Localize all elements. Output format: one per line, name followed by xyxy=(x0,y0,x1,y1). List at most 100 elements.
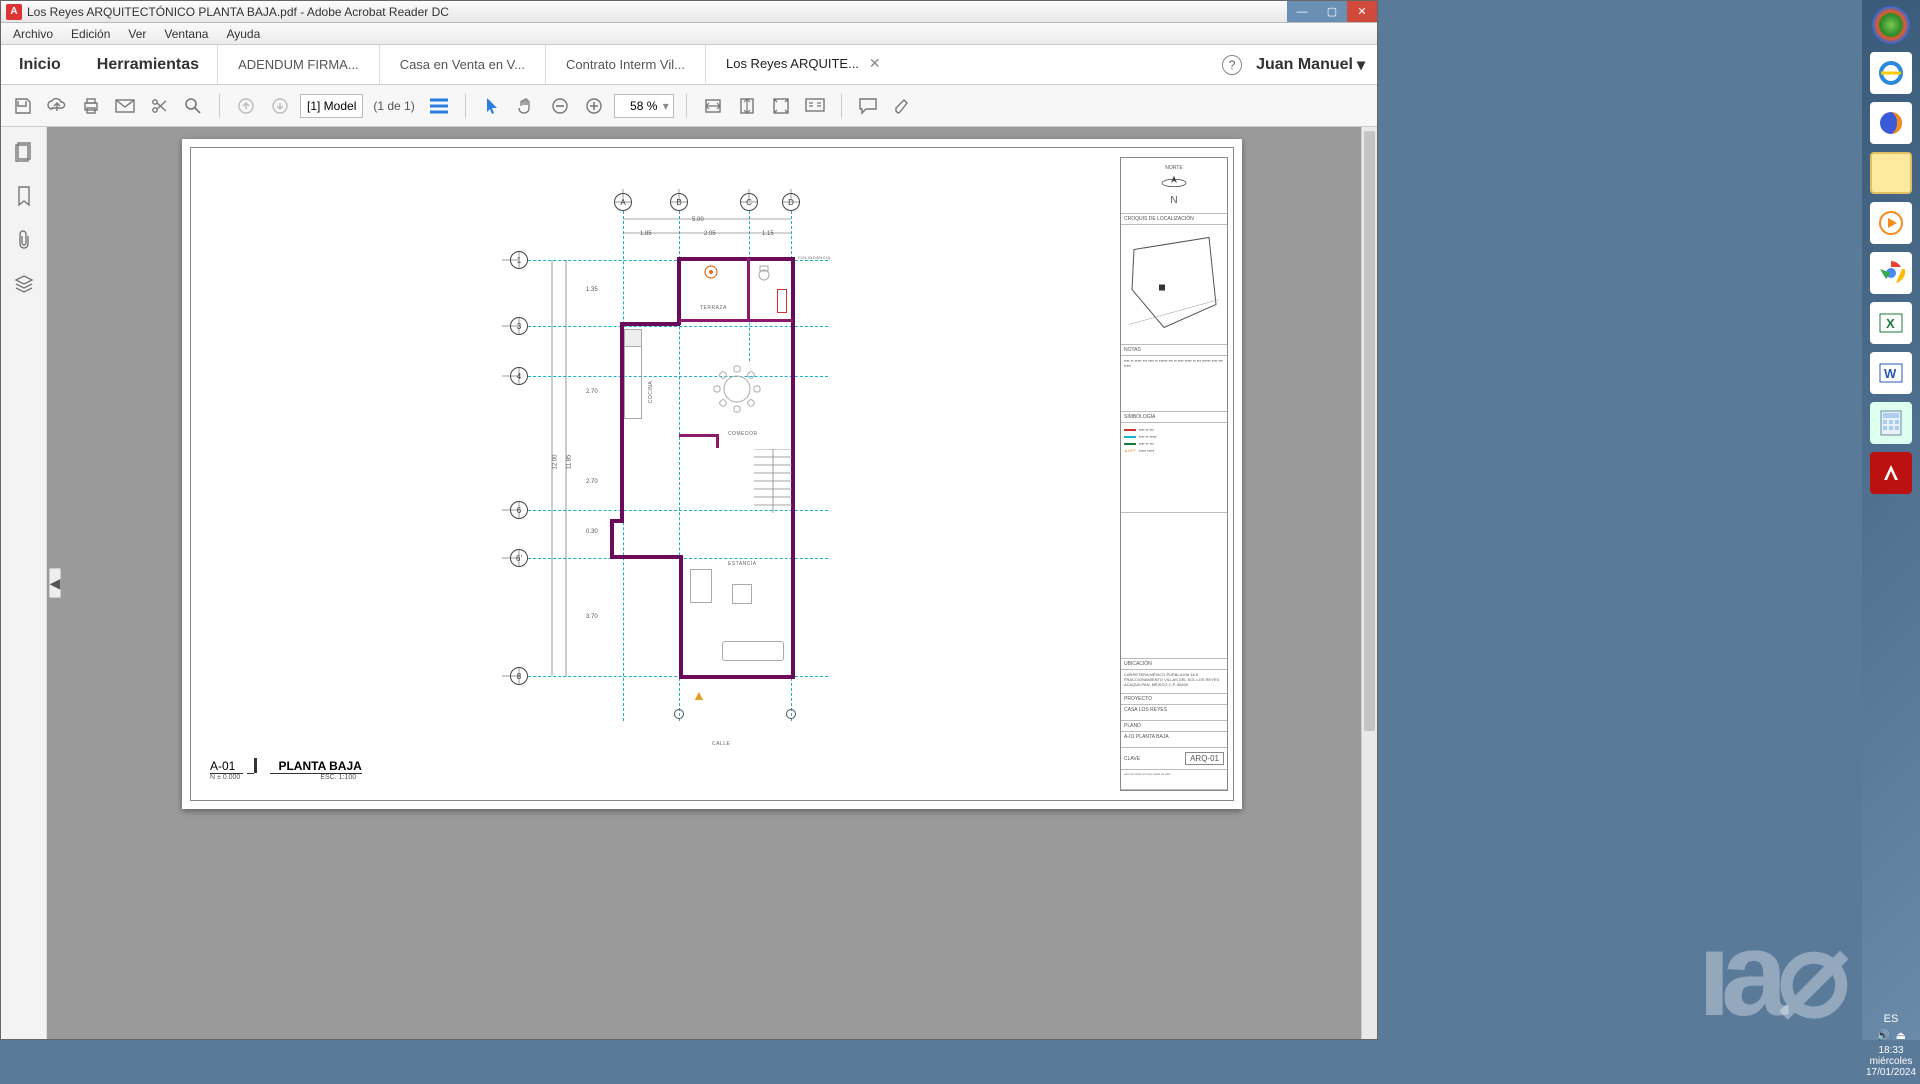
grid-bubble-d: D xyxy=(782,193,800,211)
fit-page-icon[interactable] xyxy=(767,92,795,120)
firefox-icon[interactable] xyxy=(1870,102,1912,144)
select-pointer-icon[interactable] xyxy=(478,92,506,120)
clave-title: CLAVE xyxy=(1124,756,1140,762)
home-button[interactable]: Inicio xyxy=(1,45,79,84)
chrome-icon[interactable] xyxy=(1870,252,1912,294)
page-up-icon[interactable] xyxy=(232,92,260,120)
simbol-title: SIMBOLOGÍA xyxy=(1121,412,1227,423)
grill xyxy=(704,265,718,279)
dim-l5: 3.70 xyxy=(586,614,598,620)
user-menu[interactable]: Juan Manuel ▾ xyxy=(1256,55,1365,75)
window-controls: — ▢ ✕ xyxy=(1287,1,1377,22)
system-tray[interactable]: ES 🔊 ⏏ 18:33 miércoles 17/01/2024 xyxy=(1862,1007,1920,1084)
minimize-button[interactable]: — xyxy=(1287,1,1317,22)
hand-pan-icon[interactable] xyxy=(512,92,540,120)
dim-top-a: 1.85 xyxy=(640,231,652,237)
zoom-out-icon[interactable] xyxy=(546,92,574,120)
document-viewport[interactable]: ◀ ▶ NORTE N CROQUIS DE LOCALIZACIÓN NOTA… xyxy=(47,127,1377,1039)
tab-adendum[interactable]: ADENDUM FIRMA... xyxy=(217,45,379,84)
dim-left-total: 12.00 xyxy=(553,454,559,469)
media-player-icon[interactable] xyxy=(1870,202,1912,244)
room-cocina: COCINA xyxy=(648,381,654,403)
north-arrow-icon xyxy=(1159,171,1189,195)
file-explorer-icon[interactable] xyxy=(1870,152,1912,194)
dim-lines xyxy=(482,189,1002,749)
dim-l1: 1.35 xyxy=(586,287,598,293)
proyecto-text: CASA LOS REYES xyxy=(1121,705,1227,721)
close-button[interactable]: ✕ xyxy=(1347,1,1377,22)
volume-icon[interactable]: 🔊 xyxy=(1876,1029,1890,1042)
start-button[interactable] xyxy=(1872,6,1910,44)
tab-contrato[interactable]: Contrato Interm Vil... xyxy=(545,45,705,84)
thumbnails-panel-icon[interactable] xyxy=(13,141,35,163)
dim-l2: 2.70 xyxy=(586,389,598,395)
attachments-panel-icon[interactable] xyxy=(13,229,35,251)
maximize-button[interactable]: ▢ xyxy=(1317,1,1347,22)
tab-casa-venta[interactable]: Casa en Venta en V... xyxy=(379,45,545,84)
thumbnails-icon[interactable] xyxy=(425,92,453,120)
menu-ayuda[interactable]: Ayuda xyxy=(218,25,268,43)
plan-label: A-01 PLANTA BAJA N ± 0.000 ESC. 1:100 xyxy=(210,758,362,781)
search-icon[interactable] xyxy=(179,92,207,120)
email-icon[interactable] xyxy=(111,92,139,120)
vertical-scrollbar[interactable] xyxy=(1361,127,1377,1039)
clock-time[interactable]: 18:33 xyxy=(1864,1045,1918,1056)
page-down-icon[interactable] xyxy=(266,92,294,120)
scrollbar-thumb[interactable] xyxy=(1364,131,1375,731)
simbol-body: ▪▪▪▪ ▪▪ ▪▪▪ ▪▪▪▪ ▪▪ ▪▪▪▪▪ ▪▪▪▪ ▪▪ ▪▪▪ ▲N… xyxy=(1121,423,1227,513)
zoom-level-input[interactable]: 58 %▾ xyxy=(614,94,674,118)
zoom-in-icon[interactable] xyxy=(580,92,608,120)
calculator-icon[interactable] xyxy=(1870,402,1912,444)
plano-text: A-01 PLANTA BAJA xyxy=(1121,732,1227,748)
section-marker xyxy=(786,709,796,719)
plan-level: N ± 0.000 xyxy=(210,774,240,781)
menu-archivo[interactable]: Archivo xyxy=(5,25,61,43)
highlight-icon[interactable] xyxy=(888,92,916,120)
grid-bubble-b: B xyxy=(670,193,688,211)
room-terraza: TERRAZA xyxy=(700,305,727,311)
calle-label: CALLE xyxy=(712,741,730,747)
collapse-left-icon[interactable]: ◀ xyxy=(49,568,61,598)
bookmarks-panel-icon[interactable] xyxy=(13,185,35,207)
scissors-icon[interactable] xyxy=(145,92,173,120)
tab-close-icon[interactable]: ✕ xyxy=(869,55,881,72)
toolbar-separator xyxy=(686,94,687,118)
word-icon[interactable]: W xyxy=(1870,352,1912,394)
chevron-down-icon: ▾ xyxy=(1357,55,1365,75)
tab-los-reyes[interactable]: Los Reyes ARQUITE... ✕ xyxy=(705,45,901,84)
titleblock-spacer xyxy=(1121,513,1227,659)
grid-bubble-8: 8 xyxy=(510,667,528,685)
excel-icon[interactable]: X xyxy=(1870,302,1912,344)
chevron-down-icon: ▾ xyxy=(663,99,669,113)
adobe-reader-icon[interactable] xyxy=(1870,452,1912,494)
page-number-input[interactable]: [1] Model xyxy=(300,94,363,118)
fit-width-icon[interactable] xyxy=(699,92,727,120)
dim-l3: 2.70 xyxy=(586,479,598,485)
room-comedor: COMEDOR xyxy=(728,431,758,437)
dim-top-total: 5.00 xyxy=(692,217,704,223)
dining-furniture xyxy=(712,364,762,414)
grid-bubble-c: C xyxy=(740,193,758,211)
notes-body: ▪▪▪▪ ▪▪ ▪▪▪▪▪ ▪▪▪ ▪▪▪▪ ▪▪ ▪▪▪▪▪▪ ▪▪▪ ▪▪ … xyxy=(1121,356,1227,412)
drawing-title-block: NORTE N CROQUIS DE LOCALIZACIÓN NOTAS ▪▪… xyxy=(1120,157,1228,791)
menu-edicion[interactable]: Edición xyxy=(63,25,118,43)
fit-height-icon[interactable] xyxy=(733,92,761,120)
internet-explorer-icon[interactable] xyxy=(1870,52,1912,94)
help-icon[interactable]: ? xyxy=(1222,55,1242,75)
grid-bubble-4: 4 xyxy=(510,367,528,385)
menu-ventana[interactable]: Ventana xyxy=(156,25,216,43)
network-icon[interactable]: ⏏ xyxy=(1896,1029,1906,1042)
menu-ver[interactable]: Ver xyxy=(120,25,154,43)
save-icon[interactable] xyxy=(9,92,37,120)
print-icon[interactable] xyxy=(77,92,105,120)
layers-panel-icon[interactable] xyxy=(13,273,35,295)
cloud-upload-icon[interactable] xyxy=(43,92,71,120)
titleblock-footer: ▪▪▪▪▪ ▪▪▪▪ ▪▪▪▪▪▪ ▪▪▪ ▪▪▪▪▪ ▪▪▪▪▪▪▪ ▪▪▪ … xyxy=(1121,770,1227,790)
clave-value: ARQ-01 xyxy=(1185,752,1224,765)
content-area: ◀ ▶ NORTE N CROQUIS DE LOCALIZACIÓN NOTA… xyxy=(1,127,1377,1039)
armchair xyxy=(690,569,712,603)
tools-button[interactable]: Herramientas xyxy=(79,45,217,84)
comment-icon[interactable] xyxy=(854,92,882,120)
language-indicator[interactable]: ES xyxy=(1864,1013,1918,1025)
read-mode-icon[interactable] xyxy=(801,92,829,120)
